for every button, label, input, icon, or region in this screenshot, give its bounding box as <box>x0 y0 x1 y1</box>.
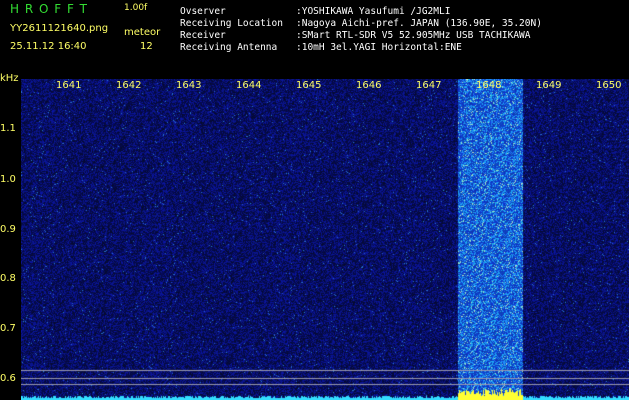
y-tick: 0.9 <box>0 224 16 235</box>
y-tick: 0.6 <box>0 373 16 384</box>
info-label-receiver: Receiver <box>180 30 226 41</box>
x-tick: 1649 <box>536 80 562 91</box>
x-tick: 1642 <box>116 80 142 91</box>
info-label-antenna: Receiving Antenna <box>180 42 278 53</box>
y-tick: 1.0 <box>0 174 16 185</box>
spectrogram <box>21 79 629 400</box>
y-tick: 0.8 <box>0 273 16 284</box>
info-value-receiver: :SMart RTL-SDR V5 52.905MHz USB TACHIKAW… <box>296 30 531 41</box>
y-tick: 1.1 <box>0 123 16 134</box>
x-tick: 1643 <box>176 80 202 91</box>
hroft-screen: H R O F F T 1.00f YY2611121640.png 25.11… <box>0 0 629 400</box>
x-tick: 1645 <box>296 80 322 91</box>
info-value-antenna: :10mH 3el.YAGI Horizontal:ENE <box>296 42 462 53</box>
x-tick: 1650 <box>596 80 622 91</box>
y-tick: 0.7 <box>0 323 16 334</box>
x-tick: 1646 <box>356 80 382 91</box>
info-label-location: Receiving Location <box>180 18 283 29</box>
datetime: 25.11.12 16:40 <box>10 41 87 52</box>
meteor-label: meteor <box>124 27 161 38</box>
app-version: 1.00f <box>124 3 148 13</box>
x-tick: 1647 <box>416 80 442 91</box>
x-tick: 1648 <box>476 80 502 91</box>
x-tick: 1644 <box>236 80 262 91</box>
x-tick: 1641 <box>56 80 82 91</box>
info-value-observer: :YOSHIKAWA Yasufumi /JG2MLI <box>296 6 451 17</box>
filename: YY2611121640.png <box>10 23 109 34</box>
app-brand: H R O F F T <box>10 2 89 16</box>
meteor-count: 12 <box>140 41 153 52</box>
y-unit-label: kHz <box>0 73 19 84</box>
info-value-location: :Nagoya Aichi-pref. JAPAN (136.90E, 35.2… <box>296 18 542 29</box>
info-label-observer: Ovserver <box>180 6 226 17</box>
